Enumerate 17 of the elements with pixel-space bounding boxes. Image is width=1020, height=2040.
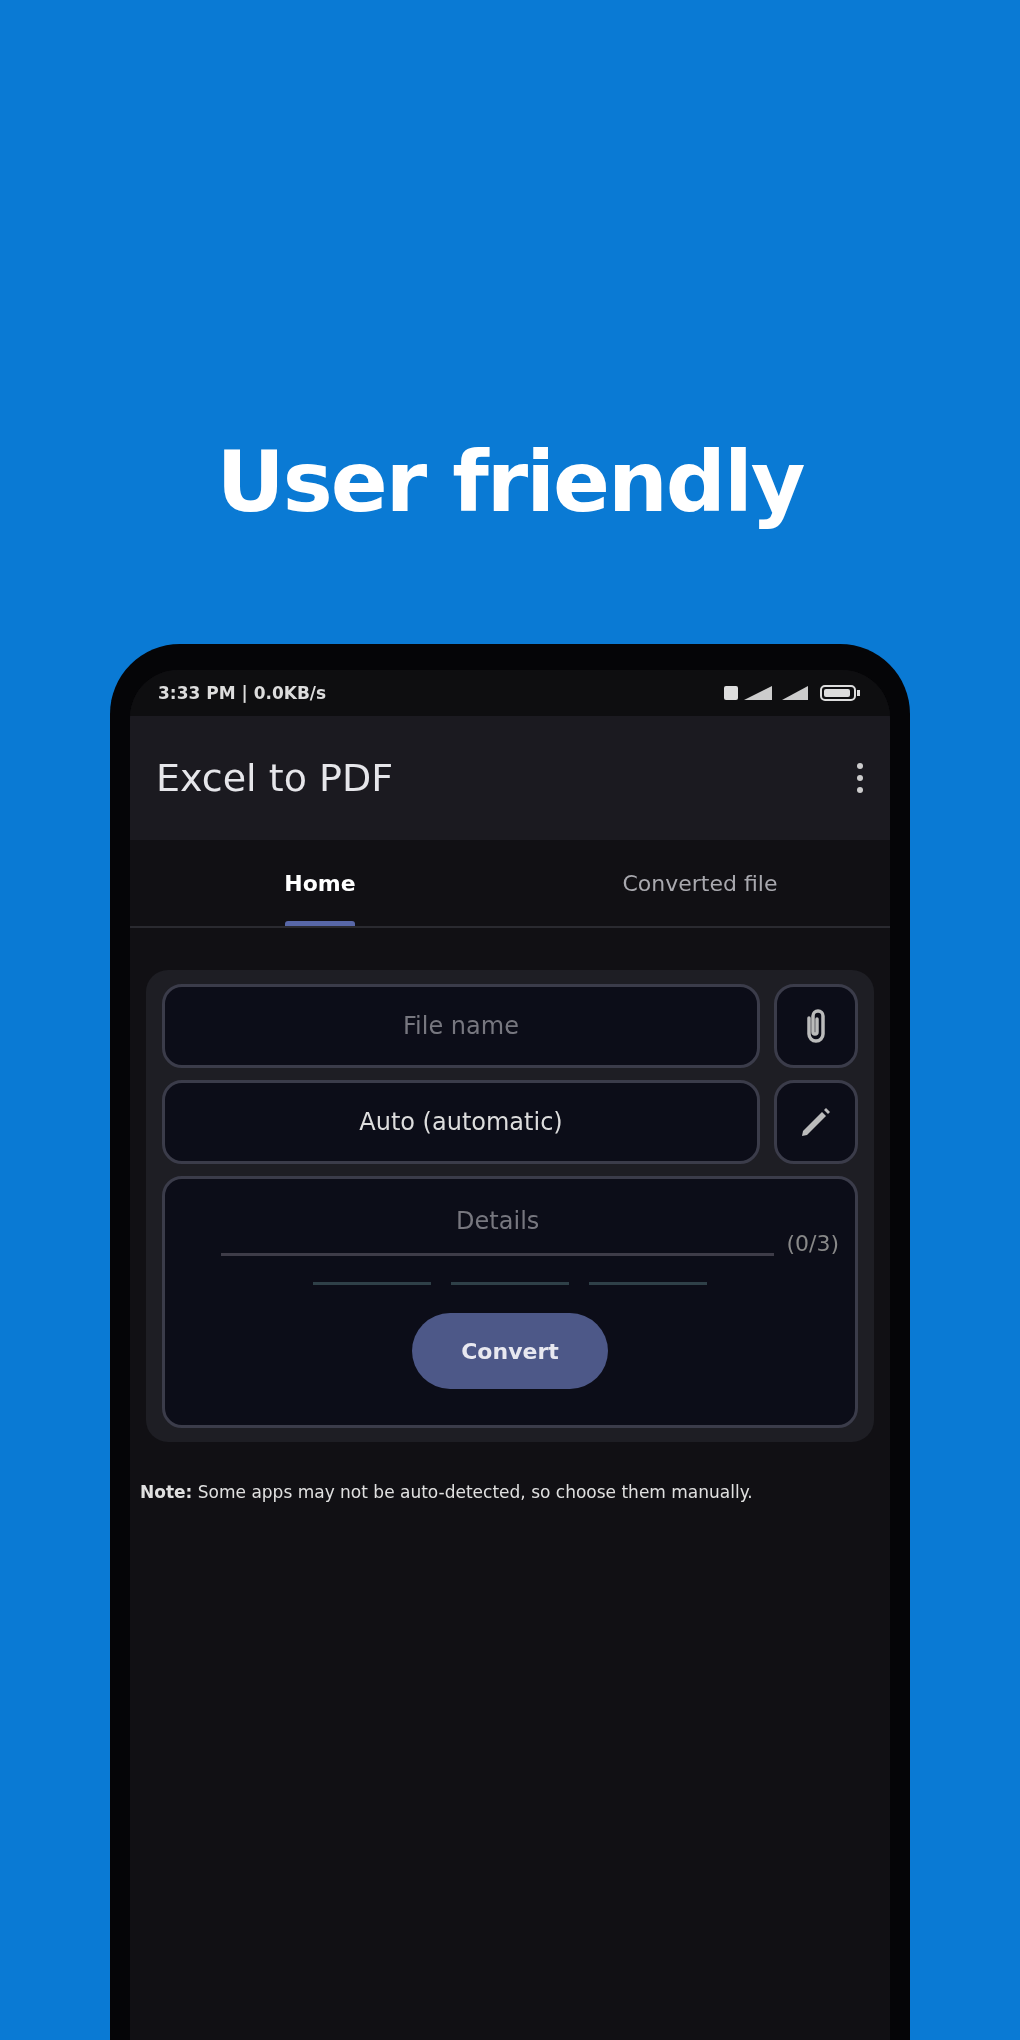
battery-icon <box>820 684 862 702</box>
attach-button[interactable] <box>774 984 858 1068</box>
app-title: Excel to PDF <box>156 756 393 800</box>
character-counter: (0/3) <box>786 1231 839 1256</box>
mode-field[interactable]: Auto (automatic) <box>162 1080 760 1164</box>
convert-button[interactable]: Convert <box>412 1313 608 1389</box>
tab[interactable]: Converted file <box>510 840 890 926</box>
headline: User friendly <box>215 432 805 533</box>
note-text: Note: Some apps may not be auto-detected, so choose them manually. <box>140 1482 754 1502</box>
status-time: 3:33 PM | 0.0KB/s <box>158 683 327 703</box>
details-field[interactable]: Details <box>221 1199 775 1256</box>
file-name-field[interactable]: File name <box>162 984 760 1068</box>
tab[interactable]: Home <box>130 840 510 926</box>
edit-button[interactable] <box>774 1080 858 1164</box>
more-options-icon[interactable] <box>856 762 864 794</box>
clip-icon <box>805 1008 827 1044</box>
signal-icon <box>724 684 810 702</box>
